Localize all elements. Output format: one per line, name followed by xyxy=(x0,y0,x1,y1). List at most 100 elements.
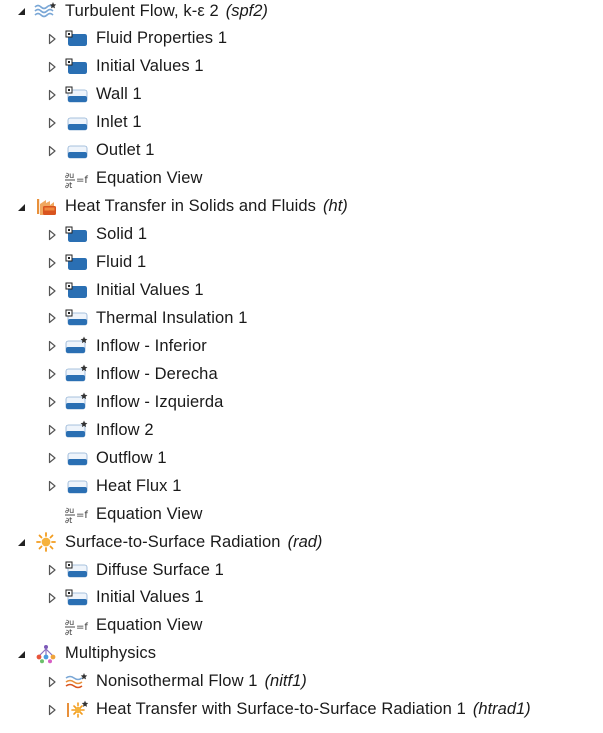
multiphysics-icon xyxy=(34,644,58,664)
tree-node-label: Inflow - Derecha xyxy=(96,364,218,383)
svg-text:∂u: ∂u xyxy=(65,618,74,627)
domain-node-icon xyxy=(65,57,89,77)
tree-node-label: Equation View xyxy=(96,504,203,523)
tree-node-feature[interactable]: Fluid 1 xyxy=(45,249,146,277)
boundary-node-icon xyxy=(65,85,89,105)
expand-toggle-icon[interactable] xyxy=(45,116,59,130)
boundary-node-icon xyxy=(65,588,89,608)
expand-toggle-icon[interactable] xyxy=(45,423,59,437)
tree-node-label: Wall 1 xyxy=(96,85,142,104)
nonisothermal-flow-icon xyxy=(65,672,89,692)
tree-node-feature[interactable]: Initial Values 1 xyxy=(45,277,204,305)
expand-toggle-icon[interactable] xyxy=(45,703,59,717)
tree-node-label: Fluid 1 xyxy=(96,253,147,272)
tree-node-tag: (htrad1) xyxy=(472,700,531,719)
expand-toggle-icon[interactable] xyxy=(45,395,59,409)
svg-text:=f: =f xyxy=(76,510,88,521)
domain-node-icon xyxy=(65,225,89,245)
tree-node-tag: (ht) xyxy=(323,197,348,216)
expand-toggle-icon[interactable] xyxy=(45,339,59,353)
tree-node-feature[interactable]: Initial Values 1 xyxy=(45,584,204,612)
svg-text:∂t: ∂t xyxy=(65,516,72,524)
tree-node-label: Inflow - Inferior xyxy=(96,336,207,355)
equation-view-icon: ∂u ∂t =f xyxy=(65,504,89,524)
tree-node-interface[interactable]: Surface-to-Surface Radiation (rad) xyxy=(14,528,322,556)
tree-node-label: Inflow - Izquierda xyxy=(96,392,224,411)
tree-node-label: Inflow 2 xyxy=(96,420,154,439)
expand-toggle-icon[interactable] xyxy=(45,88,59,102)
boundary-plain-icon xyxy=(65,476,89,496)
boundary-plain-icon xyxy=(65,113,89,133)
tree-node-label: Fluid Properties 1 xyxy=(96,29,228,48)
tree-node-label: Equation View xyxy=(96,169,203,188)
tree-node-interface[interactable]: Turbulent Flow, k-ε 2 (spf2) xyxy=(14,0,268,25)
expand-toggle-icon[interactable] xyxy=(45,256,59,270)
tree-node-feature[interactable]: ∂u ∂t =f Equation View xyxy=(45,500,203,528)
tree-node-feature[interactable]: Diffuse Surface 1 xyxy=(45,556,224,584)
tree-node-feature[interactable]: Inflow - Derecha xyxy=(45,360,218,388)
tree-node-feature[interactable]: Inflow 2 xyxy=(45,416,154,444)
tree-node-label: Outlet 1 xyxy=(96,141,155,160)
heat-transfer-icon xyxy=(34,197,58,217)
tree-node-feature[interactable]: Fluid Properties 1 xyxy=(45,25,227,53)
tree-node-feature[interactable]: Heat Flux 1 xyxy=(45,472,181,500)
tree-node-label: Heat Flux 1 xyxy=(96,476,182,495)
tree-node-tag: (spf2) xyxy=(225,1,268,20)
tree-node-label: Heat Transfer with Surface-to-Surface Ra… xyxy=(96,700,466,719)
tree-node-feature[interactable]: Inflow - Izquierda xyxy=(45,388,223,416)
tree-node-feature[interactable]: Solid 1 xyxy=(45,221,147,249)
boundary-star-icon xyxy=(65,336,89,356)
expand-toggle-icon[interactable] xyxy=(45,367,59,381)
tree-node-feature[interactable]: Inflow - Inferior xyxy=(45,332,207,360)
domain-node-icon xyxy=(65,29,89,49)
tree-node-tag: (nitf1) xyxy=(264,672,307,691)
collapse-toggle-icon[interactable] xyxy=(14,4,28,18)
tree-node-label: Equation View xyxy=(96,616,203,635)
svg-text:∂t: ∂t xyxy=(65,181,72,189)
tree-node-interface[interactable]: Heat Transfer in Solids and Fluids (ht) xyxy=(14,193,348,221)
tree-node-label: Turbulent Flow, k-ε 2 xyxy=(65,1,219,20)
boundary-star-icon xyxy=(65,392,89,412)
expand-toggle-icon[interactable] xyxy=(45,284,59,298)
tree-node-feature[interactable]: Outflow 1 xyxy=(45,444,167,472)
tree-node-label: Diffuse Surface 1 xyxy=(96,560,224,579)
tree-node-feature[interactable]: Initial Values 1 xyxy=(45,53,204,81)
collapse-toggle-icon[interactable] xyxy=(14,535,28,549)
tree-node-feature[interactable]: Inlet 1 xyxy=(45,109,142,137)
expand-toggle-icon[interactable] xyxy=(45,228,59,242)
expand-toggle-icon[interactable] xyxy=(45,32,59,46)
tree-node-feature[interactable]: Nonisothermal Flow 1 (nitf1) xyxy=(45,668,307,696)
tree-node-label: Initial Values 1 xyxy=(96,588,204,607)
radiation-sun-icon xyxy=(34,532,58,552)
expand-toggle-icon[interactable] xyxy=(45,311,59,325)
expand-toggle-icon[interactable] xyxy=(45,563,59,577)
turbulent-flow-icon xyxy=(34,1,58,21)
tree-node-interface[interactable]: Multiphysics xyxy=(14,640,156,668)
expand-toggle-icon[interactable] xyxy=(45,675,59,689)
tree-node-feature[interactable]: Wall 1 xyxy=(45,81,142,109)
tree-node-label: Initial Values 1 xyxy=(96,281,204,299)
expand-toggle-icon[interactable] xyxy=(45,451,59,465)
boundary-plain-icon xyxy=(65,141,89,161)
collapse-toggle-icon[interactable] xyxy=(14,200,28,214)
heat-radiation-coupling-icon xyxy=(65,700,89,720)
tree-node-feature[interactable]: ∂u ∂t =f Equation View xyxy=(45,165,203,193)
tree-node-feature[interactable]: Outlet 1 xyxy=(45,137,155,165)
tree-node-label: Solid 1 xyxy=(96,225,148,244)
svg-text:=f: =f xyxy=(76,175,88,186)
tree-node-label: Thermal Insulation 1 xyxy=(96,308,248,327)
tree-node-label: Inlet 1 xyxy=(96,113,142,132)
tree-node-feature[interactable]: ∂u ∂t =f Equation View xyxy=(45,612,203,640)
expand-toggle-icon[interactable] xyxy=(45,479,59,493)
tree-node-label: Heat Transfer in Solids and Fluids xyxy=(65,197,317,216)
boundary-star-icon xyxy=(65,364,89,384)
boundary-node-icon xyxy=(65,308,89,328)
expand-toggle-icon[interactable] xyxy=(45,60,59,74)
svg-text:=f: =f xyxy=(76,622,88,633)
tree-node-label: Initial Values 1 xyxy=(96,57,204,76)
tree-node-feature[interactable]: Thermal Insulation 1 xyxy=(45,304,248,332)
expand-toggle-icon[interactable] xyxy=(45,591,59,605)
collapse-toggle-icon[interactable] xyxy=(14,647,28,661)
expand-toggle-icon[interactable] xyxy=(45,144,59,158)
tree-node-feature[interactable]: Heat Transfer with Surface-to-Surface Ra… xyxy=(45,696,531,724)
